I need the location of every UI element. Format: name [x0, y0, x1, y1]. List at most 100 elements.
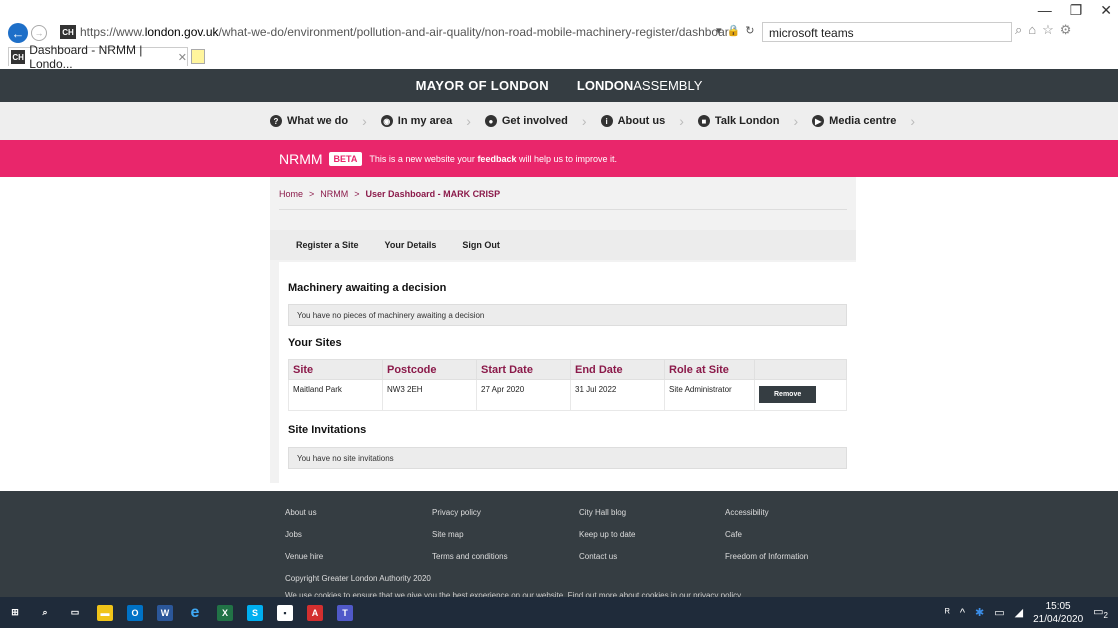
- site-header: MAYOR OF LONDON LONDONASSEMBLY: [0, 69, 1118, 102]
- app-box-icon[interactable]: ▪: [270, 597, 300, 628]
- nav-icon: i: [600, 115, 613, 127]
- footer-col-3: City Hall blog Keep up to date Contact u…: [579, 508, 636, 574]
- sites-heading: Your Sites: [288, 337, 342, 349]
- footer-link[interactable]: Keep up to date: [579, 530, 636, 552]
- footer-link[interactable]: About us: [285, 508, 323, 530]
- nav-item-talk-london[interactable]: ■ Talk London ›: [697, 113, 812, 129]
- chevron-right-icon: ›: [793, 113, 799, 129]
- cell-start: 27 Apr 2020: [476, 379, 571, 411]
- notification-icon[interactable]: ▭2: [1093, 605, 1108, 620]
- footer-link[interactable]: City Hall blog: [579, 508, 636, 530]
- skype-icon[interactable]: S: [240, 597, 270, 628]
- nav-item-what-we-do[interactable]: ? What we do ›: [270, 113, 381, 129]
- minimize-button[interactable]: —: [1038, 2, 1052, 19]
- restore-button[interactable]: ❐: [1070, 2, 1083, 19]
- task-view-icon[interactable]: ▭: [60, 597, 90, 628]
- bluetooth-icon[interactable]: ✱: [975, 606, 984, 619]
- acrobat-glyph: A: [307, 604, 323, 621]
- footer-link[interactable]: Freedom of Information: [725, 552, 808, 574]
- col-end-date: End Date: [570, 359, 665, 380]
- forward-arrow-icon[interactable]: →: [31, 25, 47, 41]
- search-input[interactable]: microsoft teams: [762, 22, 1012, 42]
- network-icon[interactable]: ◢: [1015, 606, 1023, 619]
- nav-item-in-my-area[interactable]: ◉ In my area ›: [380, 113, 485, 129]
- nav-item-about-us[interactable]: i About us ›: [600, 113, 698, 129]
- beta-banner: NRMM BETA This is a new website your fee…: [0, 140, 1118, 177]
- file-explorer-icon[interactable]: ▬: [90, 597, 120, 628]
- footer-link[interactable]: Jobs: [285, 530, 323, 552]
- footer-col-4: Accessibility Cafe Freedom of Informatio…: [725, 508, 808, 574]
- remove-button[interactable]: Remove: [759, 386, 817, 403]
- search-icon[interactable]: ⌕: [1015, 22, 1022, 38]
- nav-icon: ▶: [812, 115, 825, 127]
- tab-sign-out[interactable]: Sign Out: [462, 240, 500, 250]
- clock[interactable]: 15:05 21/04/2020: [1033, 600, 1083, 626]
- star-icon[interactable]: ☆: [1042, 22, 1054, 38]
- main-nav: ? What we do › ◉ In my area › ● Get involved › i A…: [0, 102, 1118, 140]
- people-icon[interactable]: ᴿ: [945, 607, 950, 619]
- clock-time: 15:05: [1045, 600, 1071, 612]
- table-header-row: Site Postcode Start Date End Date Role a…: [288, 359, 847, 380]
- footer-link[interactable]: Cafe: [725, 530, 808, 552]
- tab-your-details[interactable]: Your Details: [385, 240, 437, 250]
- invitations-heading: Site Invitations: [288, 424, 367, 436]
- favicon-icon: CH: [60, 25, 76, 39]
- banner-title: NRMM: [279, 150, 323, 167]
- footer-link[interactable]: Venue hire: [285, 552, 323, 574]
- footer-link[interactable]: Site map: [432, 530, 508, 552]
- skype-glyph: S: [247, 604, 263, 621]
- breadcrumb-nrmm[interactable]: NRMM: [320, 189, 348, 199]
- lock-icon[interactable]: 🔒: [727, 24, 741, 37]
- mayor-of-london-logo[interactable]: MAYOR OF LONDON: [416, 78, 549, 93]
- col-role: Role at Site: [664, 359, 755, 380]
- nav-icon: ■: [697, 115, 710, 127]
- excel-glyph: X: [217, 604, 233, 621]
- tab-register-site[interactable]: Register a Site: [296, 240, 359, 250]
- nav-item-media-centre[interactable]: ▶ Media centre ›: [812, 113, 929, 129]
- refresh-icon[interactable]: ↻: [745, 24, 754, 37]
- footer-link[interactable]: Accessibility: [725, 508, 808, 530]
- breadcrumb-home[interactable]: Home: [279, 189, 303, 199]
- gear-icon[interactable]: ⚙: [1060, 22, 1072, 38]
- tab-favicon-icon: CH: [11, 50, 26, 64]
- nav-label: In my area: [397, 115, 453, 127]
- feedback-link[interactable]: feedback: [477, 154, 516, 164]
- chevron-right-icon: ›: [581, 113, 587, 129]
- table-row: Maitland Park NW3 2EH 27 Apr 2020 31 Jul…: [288, 379, 847, 411]
- footer-link[interactable]: Privacy policy: [432, 508, 508, 530]
- footer-link[interactable]: Contact us: [579, 552, 636, 574]
- word-icon[interactable]: W: [150, 597, 180, 628]
- home-icon[interactable]: ⌂: [1028, 22, 1036, 38]
- footer: About us Jobs Venue hire Privacy policy …: [0, 491, 1118, 600]
- close-button[interactable]: ✕: [1100, 2, 1112, 19]
- excel-icon[interactable]: X: [210, 597, 240, 628]
- search-icon[interactable]: ⌕: [30, 597, 60, 628]
- main-content: Home > NRMM > User Dashboard - MARK CRIS…: [270, 177, 856, 483]
- task-view-glyph: ▭: [70, 607, 80, 617]
- london-assembly-logo[interactable]: LONDONASSEMBLY: [577, 78, 702, 93]
- footer-link[interactable]: Terms and conditions: [432, 552, 508, 574]
- back-arrow-icon[interactable]: ←: [8, 23, 28, 43]
- new-tab-button[interactable]: [191, 49, 205, 64]
- breadcrumb-current: User Dashboard - MARK CRISP: [365, 189, 501, 199]
- internet-explorer-icon[interactable]: e: [180, 597, 210, 628]
- battery-icon[interactable]: ▭: [994, 606, 1004, 619]
- address-bar[interactable]: CH https://www. london.gov.uk/what-we-do/…: [60, 22, 760, 42]
- browser-tab[interactable]: CH Dashboard - NRMM | Londo... ✕: [8, 43, 188, 71]
- app-box-glyph: ▪: [277, 604, 293, 621]
- nav-label: Talk London: [714, 115, 780, 127]
- chevron-up-icon[interactable]: ^: [960, 607, 965, 619]
- tab-close-icon[interactable]: ✕: [178, 51, 187, 64]
- nav-item-get-involved[interactable]: ● Get involved ›: [484, 113, 601, 129]
- sites-table: Site Postcode Start Date End Date Role a…: [288, 359, 847, 411]
- dropdown-icon[interactable]: ▾: [716, 24, 722, 37]
- teams-icon[interactable]: T: [330, 597, 360, 628]
- outlook-icon[interactable]: O: [120, 597, 150, 628]
- assembly-rest: ASSEMBLY: [633, 78, 703, 93]
- nav-icon: ?: [270, 115, 282, 127]
- cell-role: Site Administrator: [664, 379, 755, 411]
- windows-start-icon[interactable]: ⊞: [0, 597, 30, 628]
- banner-msg-pre: This is a new website your: [369, 153, 478, 164]
- acrobat-icon[interactable]: A: [300, 597, 330, 628]
- url-domain: london.gov.uk: [144, 25, 219, 39]
